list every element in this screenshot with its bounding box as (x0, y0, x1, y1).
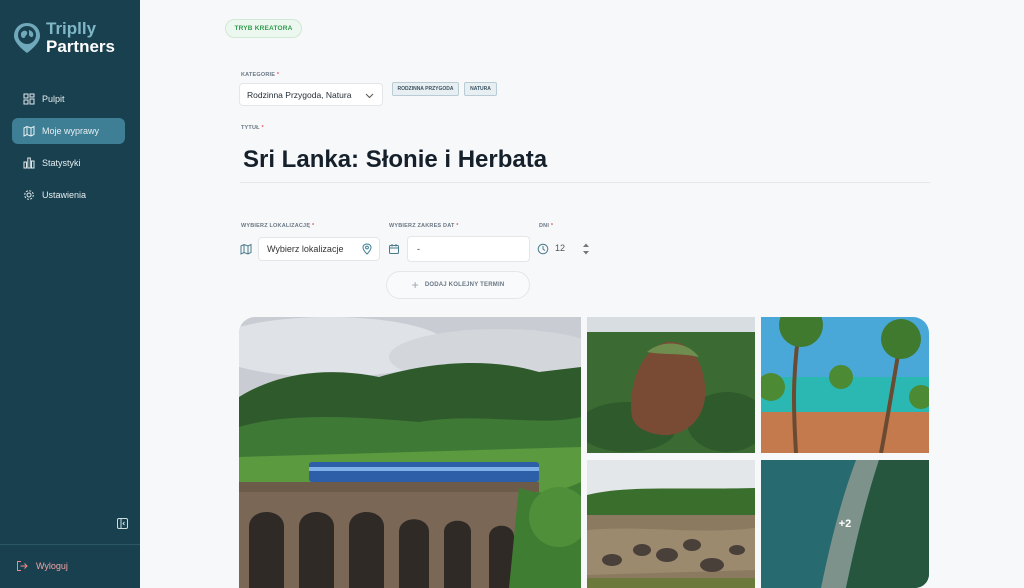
gear-icon (24, 190, 34, 200)
category-tag[interactable]: NATURA (464, 82, 497, 96)
gallery-photo-more[interactable]: +2 (761, 460, 929, 588)
sidebar: Triplly Partners Pulpit Moje wyprawy Sta… (0, 0, 140, 588)
collapse-sidebar-icon[interactable] (117, 516, 128, 529)
map-icon (240, 243, 252, 255)
title-underline (240, 182, 930, 183)
title-input[interactable]: Sri Lanka: Słonie i Herbata (243, 146, 547, 174)
gallery-photo-sigiriya[interactable] (587, 317, 755, 453)
brand-name-line1: Triplly (46, 19, 97, 38)
clock-icon (537, 243, 549, 255)
chevron-down-icon (365, 93, 374, 99)
sidebar-nav: Pulpit Moje wyprawy Statystyki Ustawieni… (12, 86, 125, 214)
logout-label: Wyloguj (36, 561, 68, 571)
category-label: KATEGORIE * (241, 72, 280, 78)
sidebar-item-label: Moje wyprawy (42, 126, 100, 136)
gallery-photo-train-bridge[interactable] (239, 317, 581, 588)
category-select[interactable]: Rodzinna Przygoda, Natura (239, 83, 383, 106)
dashboard-icon (23, 93, 35, 105)
location-pin-icon (362, 243, 372, 255)
location-label: WYBIERZ LOKALIZACJĘ * (241, 223, 315, 229)
sidebar-item-label: Pulpit (42, 94, 65, 104)
gallery-photo-elephants-river[interactable] (587, 460, 755, 588)
days-input[interactable]: 12 (555, 243, 565, 253)
dates-label: WYBIERZ ZAKRES DAT * (389, 223, 459, 229)
gallery-photo-palm-beach[interactable] (761, 317, 929, 453)
sidebar-item-ustawienia[interactable]: Ustawienia (12, 182, 125, 208)
creator-mode-badge: TRYB KREATORA (225, 19, 302, 38)
logout-button[interactable]: Wyloguj (16, 560, 68, 572)
sidebar-item-label: Ustawienia (42, 190, 87, 200)
sidebar-item-pulpit[interactable]: Pulpit (12, 86, 125, 112)
more-photos-count: +2 (838, 518, 852, 530)
title-label: TYTUŁ * (241, 125, 264, 131)
sidebar-item-statystyki[interactable]: Statystyki (12, 150, 125, 176)
calendar-icon (389, 244, 399, 254)
category-tag[interactable]: RODZINNA PRZYGODA (392, 82, 459, 96)
days-label: DNI * (539, 223, 554, 229)
stepper-arrows-icon[interactable] (582, 241, 590, 257)
logo: Triplly Partners (12, 20, 115, 56)
chart-icon (23, 157, 35, 169)
brand-name-line2: Partners (46, 37, 115, 56)
add-term-button[interactable]: + DODAJ KOLEJNY TERMIN (386, 271, 530, 299)
sidebar-item-label: Statystyki (42, 158, 81, 168)
sidebar-divider (0, 544, 140, 545)
add-term-label: DODAJ KOLEJNY TERMIN (424, 282, 505, 288)
plus-icon: + (411, 278, 419, 292)
date-range-input[interactable]: - (407, 236, 530, 262)
map-icon (23, 125, 35, 137)
date-range-value: - (417, 244, 420, 254)
logout-icon (17, 561, 28, 571)
category-value: Rodzinna Przygoda, Natura (247, 89, 352, 100)
location-input[interactable]: Wybierz lokalizacje (258, 237, 380, 261)
sidebar-item-moje-wyprawy[interactable]: Moje wyprawy (12, 118, 125, 144)
globe-pin-icon (12, 21, 42, 55)
photo-gallery: +2 (239, 317, 929, 588)
location-placeholder: Wybierz lokalizacje (267, 244, 344, 254)
